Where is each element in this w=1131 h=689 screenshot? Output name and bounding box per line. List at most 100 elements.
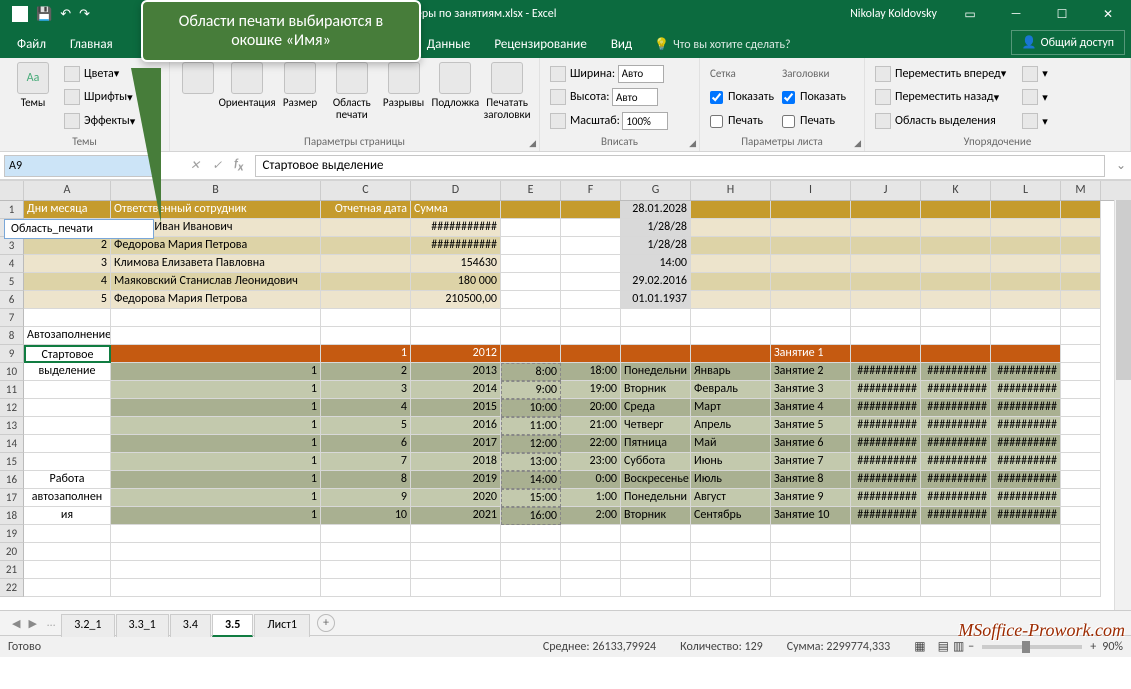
- col-D[interactable]: D: [411, 181, 501, 200]
- cell[interactable]: [851, 525, 921, 543]
- cell[interactable]: [1061, 417, 1101, 435]
- cell[interactable]: 154630: [411, 255, 501, 273]
- cell[interactable]: [991, 345, 1061, 363]
- sheet-nav-left[interactable]: ◀: [12, 617, 20, 630]
- cell[interactable]: [691, 561, 771, 579]
- cell[interactable]: Занятие 2: [771, 363, 851, 381]
- cell[interactable]: ##########: [851, 363, 921, 381]
- row-header-3[interactable]: 3: [0, 237, 24, 255]
- themes-button[interactable]: AaТемы: [6, 60, 60, 135]
- cell[interactable]: ##########: [851, 381, 921, 399]
- row-header-8[interactable]: 8: [0, 327, 24, 345]
- cell[interactable]: [411, 309, 501, 327]
- cell[interactable]: [851, 291, 921, 309]
- cell[interactable]: [24, 525, 111, 543]
- row-12[interactable]: 121 4 2015 10:00 20:00 Среда Март Заняти…: [0, 399, 1131, 417]
- cell[interactable]: 1: [321, 345, 411, 363]
- row-header-13[interactable]: 13: [0, 417, 24, 435]
- cell[interactable]: [621, 543, 691, 561]
- cell[interactable]: 1: [111, 381, 321, 399]
- tab-view[interactable]: Вид: [599, 31, 644, 58]
- scale-control[interactable]: Масштаб:: [550, 110, 689, 132]
- cell[interactable]: [621, 345, 691, 363]
- cell[interactable]: 2017: [411, 435, 501, 453]
- cell[interactable]: ##########: [851, 507, 921, 525]
- cell[interactable]: [501, 579, 561, 597]
- cell[interactable]: [1061, 489, 1101, 507]
- cell[interactable]: Занятие 7: [771, 453, 851, 471]
- row-19[interactable]: 19: [0, 525, 1131, 543]
- zoom-out[interactable]: −: [968, 640, 974, 654]
- row-7[interactable]: 7: [0, 309, 1131, 327]
- cell[interactable]: 2014: [411, 381, 501, 399]
- cell[interactable]: [24, 309, 111, 327]
- cell[interactable]: ##########: [851, 489, 921, 507]
- add-sheet-button[interactable]: +: [317, 614, 335, 632]
- row-18[interactable]: 18ия1 10 2021 16:00 2:00 Вторник Сентябр…: [0, 507, 1131, 525]
- cell[interactable]: 14:00: [501, 471, 561, 489]
- cell[interactable]: [851, 219, 921, 237]
- cell[interactable]: Август: [691, 489, 771, 507]
- cell[interactable]: 2021: [411, 507, 501, 525]
- cell[interactable]: [501, 255, 561, 273]
- cell[interactable]: [321, 273, 411, 291]
- cell[interactable]: ##########: [991, 399, 1061, 417]
- cell[interactable]: [771, 543, 851, 561]
- row-4[interactable]: 43 Климова Елизавета Павловна 154630 14:…: [0, 255, 1131, 273]
- cell[interactable]: Занятие 5: [771, 417, 851, 435]
- cell[interactable]: Федорова Мария Петрова: [111, 291, 321, 309]
- cell[interactable]: [1061, 291, 1101, 309]
- row-21[interactable]: 21: [0, 561, 1131, 579]
- cell[interactable]: [321, 327, 411, 345]
- size-button[interactable]: Размер: [274, 60, 326, 135]
- cell[interactable]: [1061, 345, 1101, 363]
- cell[interactable]: 9: [321, 489, 411, 507]
- row-9[interactable]: 9Стартовое 1 2012 Занятие 1: [0, 345, 1131, 363]
- cell[interactable]: [921, 525, 991, 543]
- cell[interactable]: [501, 543, 561, 561]
- cell[interactable]: [991, 561, 1061, 579]
- cell[interactable]: 3: [24, 255, 111, 273]
- cell[interactable]: Понедельни: [621, 489, 691, 507]
- cell[interactable]: 13:00: [501, 453, 561, 471]
- cell[interactable]: ##########: [991, 453, 1061, 471]
- cell[interactable]: 23:00: [561, 453, 621, 471]
- cell[interactable]: [851, 237, 921, 255]
- cell[interactable]: [991, 543, 1061, 561]
- row-header-20[interactable]: 20: [0, 543, 24, 561]
- zoom-level[interactable]: 90%: [1102, 640, 1123, 654]
- col-L[interactable]: L: [991, 181, 1061, 200]
- cell[interactable]: 1: [111, 435, 321, 453]
- cell[interactable]: Сумма: [411, 201, 501, 219]
- cell[interactable]: [321, 255, 411, 273]
- cell[interactable]: ##########: [921, 471, 991, 489]
- fonts-button[interactable]: Шрифты ▾: [64, 86, 135, 108]
- send-backward[interactable]: Переместить назад ▾: [875, 86, 1006, 108]
- page-setup-launcher[interactable]: ◢: [529, 138, 536, 149]
- tell-me[interactable]: 💡Что вы хотите сделать?: [644, 31, 800, 58]
- cell[interactable]: [501, 561, 561, 579]
- cell[interactable]: ##########: [921, 363, 991, 381]
- row-header-15[interactable]: 15: [0, 453, 24, 471]
- cell[interactable]: ##########: [921, 381, 991, 399]
- cell[interactable]: ##########: [851, 417, 921, 435]
- group-button[interactable]: ▾: [1022, 86, 1048, 108]
- cell[interactable]: Понедельни: [621, 363, 691, 381]
- cell[interactable]: [321, 525, 411, 543]
- cell[interactable]: [921, 543, 991, 561]
- cell[interactable]: 1: [111, 471, 321, 489]
- headings-show[interactable]: Показать: [782, 86, 846, 108]
- cell[interactable]: [24, 381, 111, 399]
- cell[interactable]: [24, 435, 111, 453]
- cell[interactable]: Занятие 9: [771, 489, 851, 507]
- cell[interactable]: [851, 345, 921, 363]
- cell[interactable]: [561, 291, 621, 309]
- row-header-6[interactable]: 6: [0, 291, 24, 309]
- cell[interactable]: [501, 201, 561, 219]
- cell[interactable]: [921, 255, 991, 273]
- cell[interactable]: 2020: [411, 489, 501, 507]
- cell[interactable]: [851, 543, 921, 561]
- ribbon-options-icon[interactable]: ▭: [947, 0, 993, 28]
- colors-button[interactable]: Цвета ▾: [64, 63, 135, 85]
- cell[interactable]: 1: [111, 363, 321, 381]
